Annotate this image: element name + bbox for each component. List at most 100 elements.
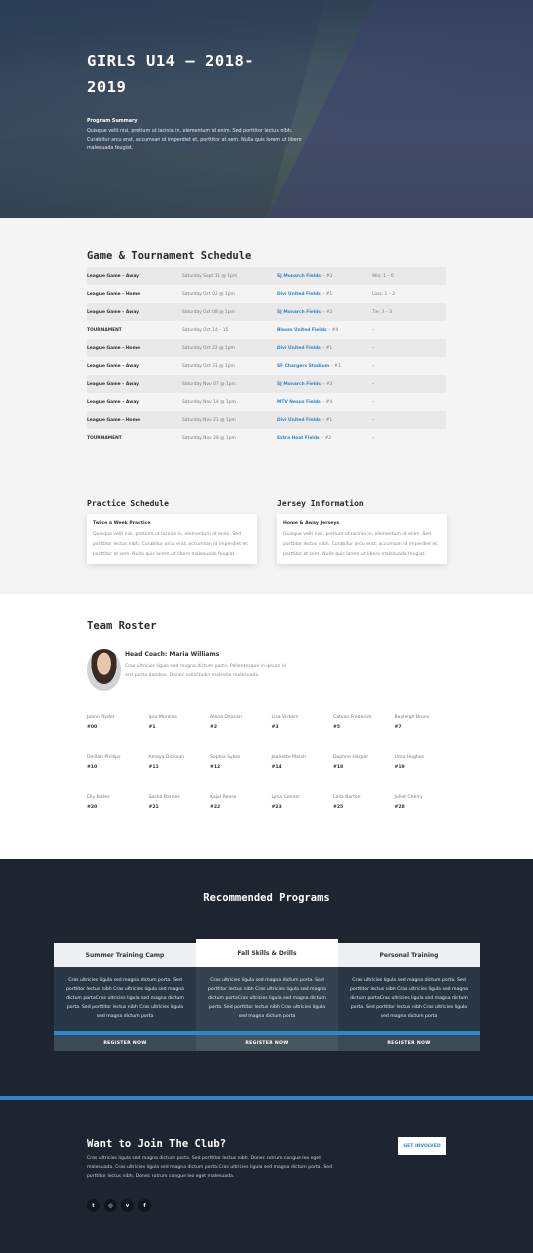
roster-player: Bayleigh Bruce #7 <box>395 715 455 730</box>
game-venue: SJ Monarch Fields – #3 <box>277 274 372 279</box>
game-result: – <box>372 435 375 441</box>
game-venue: MTV Nexus Fields – #4 <box>277 400 372 405</box>
register-button[interactable]: REGISTER NOW <box>196 1035 338 1051</box>
roster-player: Alena Deacan #2 <box>210 715 270 730</box>
twitter-icon[interactable]: t <box>87 1199 100 1212</box>
schedule-row: League Game – Home Saturday Nov 21 @ 1pm D… <box>87 411 446 429</box>
venue-link[interactable]: Extra Heat Fields <box>277 436 320 441</box>
facebook-icon[interactable]: f <box>138 1199 151 1212</box>
game-result: – <box>372 327 375 333</box>
schedule-row: League Game – Away Saturday Oct 31 @ 1pm S… <box>87 357 446 375</box>
game-date: Saturday Nov 07 @ 1pm <box>182 381 236 387</box>
player-number: #00 <box>87 725 98 730</box>
schedule-row: TOURNAMENT Saturday Oct 14 – 15 Bloom Unit… <box>87 321 446 339</box>
game-date: Saturday Oct 14 – 15 <box>182 327 229 333</box>
player-name: Daphne Harper <box>333 755 369 760</box>
venue-link[interactable]: SJ Monarch Fields <box>277 274 321 279</box>
player-number: #1 <box>148 725 156 730</box>
schedule-row: TOURNAMENT Saturday Nov 28 @ 1pm Extra Hea… <box>87 429 446 447</box>
vimeo-icon[interactable]: v <box>121 1199 134 1212</box>
game-venue: Divi United Fields – #1 <box>277 418 372 423</box>
game-type: League Game – Away <box>87 273 140 279</box>
game-venue: Extra Heat Fields – #2 <box>277 436 372 441</box>
venue-field: – #1 <box>320 291 333 297</box>
game-date: Saturday Nov 14 @ 1pm <box>182 399 236 405</box>
roster-player: Sophia Sykes #12 <box>210 755 270 770</box>
venue-field: – #2 <box>319 435 332 441</box>
venue-field: – #1 <box>320 417 333 423</box>
player-number: #3 <box>271 725 279 730</box>
venue-link[interactable]: Divi United Fields <box>277 292 321 297</box>
program-card: Fall Skills & Drills Cras ultricies ligu… <box>196 939 338 1051</box>
player-name: Uma Hughes <box>394 755 425 760</box>
venue-link[interactable]: MTV Nexus Fields <box>277 400 321 405</box>
game-venue: SF Chargers Stadium – #1 <box>277 364 372 369</box>
game-date: Saturday Nov 21 @ 1pm <box>182 417 236 423</box>
game-type: League Game – Home <box>87 345 141 351</box>
roster-player: Catvan Frederick #5 <box>333 715 393 730</box>
game-venue: Divi United Fields – #1 <box>277 346 372 351</box>
venue-link[interactable]: Bloom United Fields <box>277 328 327 333</box>
player-number: #11 <box>148 765 159 770</box>
venue-field: – #1 <box>329 363 341 369</box>
venue-field: – #3 <box>320 273 333 279</box>
player-name: Joann Ryder <box>87 715 115 720</box>
schedule-row: League Game – Away Saturday Nov 14 @ 1pm M… <box>87 393 446 411</box>
program-summary-text: Quisque velit nisi, pretium ut lacinia i… <box>87 129 302 152</box>
game-type: League Game – Away <box>87 309 140 315</box>
player-number: #5 <box>333 725 341 730</box>
player-name: Delilah Phillips <box>87 755 121 760</box>
practice-card: Twice a Week Practice Quisque velit nisi… <box>87 514 257 564</box>
player-number: #18 <box>333 765 344 770</box>
player-name: Juliet Cherry <box>394 795 423 800</box>
game-result: Tie: 3 – 3 <box>372 309 392 315</box>
venue-link[interactable]: SF Chargers Stadium <box>277 364 329 369</box>
game-result: – <box>372 417 375 423</box>
get-involved-button[interactable]: GET INVOLVED <box>398 1137 446 1155</box>
venue-link[interactable]: Divi United Fields <box>277 346 321 351</box>
player-number: #14 <box>271 765 282 770</box>
player-number: #2 <box>210 725 218 730</box>
jersey-card-title: Home & Away Jerseys <box>283 521 340 526</box>
player-number: #10 <box>87 765 98 770</box>
register-button[interactable]: REGISTER NOW <box>54 1035 196 1051</box>
venue-field: – #2 <box>320 309 333 315</box>
game-result: Win: 1 – 0 <box>372 273 394 279</box>
register-button[interactable]: REGISTER NOW <box>338 1035 480 1051</box>
player-name: Laila Barton <box>333 795 361 800</box>
schedule-section: Game & Tournament Schedule League Game –… <box>0 218 533 594</box>
schedule-row: League Game – Away Saturday Oct 08 @ 1pm S… <box>87 303 446 321</box>
roster-player: Joann Ryder #00 <box>87 715 147 730</box>
venue-link[interactable]: SJ Monarch Fields <box>277 310 321 315</box>
roster-player: Daphne Harper #18 <box>333 755 393 770</box>
game-venue: Divi United Fields – #1 <box>277 292 372 297</box>
join-title: Want to Join The Club? <box>87 1138 227 1150</box>
roster-player: Sasha Barnes #21 <box>149 795 209 810</box>
programs-title: Recommended Programs <box>203 892 330 904</box>
venue-link[interactable]: SJ Monarch Fields <box>277 382 321 387</box>
program-description: Cras ultricies ligula sed magna dictum p… <box>338 967 480 1031</box>
game-result: – <box>372 399 375 405</box>
game-date: Saturday Oct 08 @ 1pm <box>182 309 235 315</box>
instagram-icon[interactable]: ◎ <box>104 1199 117 1212</box>
player-number: #19 <box>394 765 405 770</box>
roster-player: Laila Barton #25 <box>333 795 393 810</box>
game-date: Saturday Oct 02 @ 1pm <box>182 291 235 297</box>
venue-field: – #3 <box>320 381 333 387</box>
player-name: Ipra Morales <box>148 715 177 720</box>
program-name: Fall Skills & Drills <box>196 939 338 967</box>
venue-field: – #1 <box>320 345 333 351</box>
schedule-table: League Game – Away Saturday Sept 31 @ 1pm… <box>87 267 446 447</box>
roster-player: Lisa Vickers #3 <box>272 715 332 730</box>
game-date: Saturday Sept 31 @ 1pm <box>182 273 238 279</box>
program-card: Personal Training Cras ultricies ligula … <box>338 943 480 1051</box>
hero-section: GIRLS U14 – 2018-2019 Program Summary Qu… <box>0 0 533 218</box>
schedule-row: League Game – Home Saturday Oct 02 @ 1pm D… <box>87 285 446 303</box>
venue-link[interactable]: Divi United Fields <box>277 418 321 423</box>
player-number: #20 <box>87 805 98 810</box>
game-result: – <box>372 381 375 387</box>
roster-section: Team Roster Head Coach: Maria Williams C… <box>0 594 533 859</box>
game-result: Loss: 1 – 2 <box>372 291 396 297</box>
game-type: League Game – Home <box>87 417 141 423</box>
roster-player: Kajal Reese #22 <box>210 795 270 810</box>
